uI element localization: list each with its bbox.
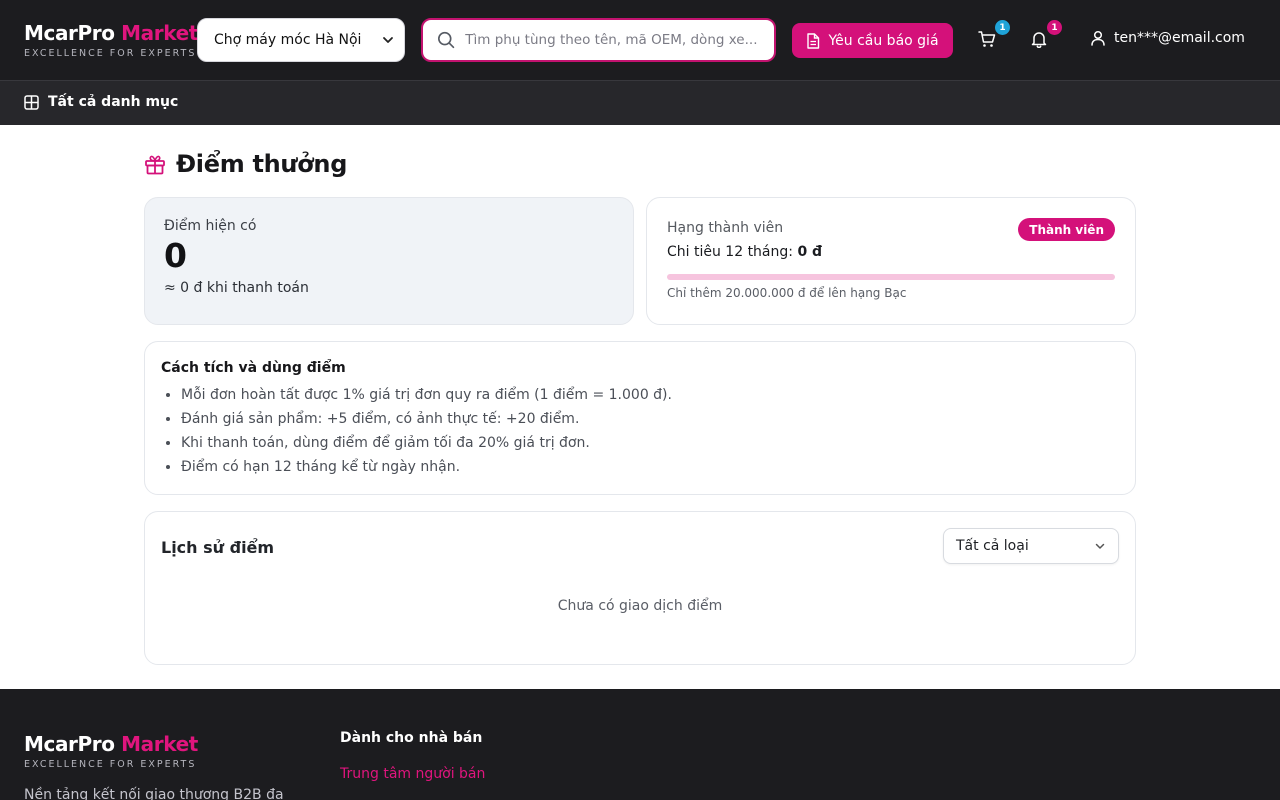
rule-item: Mỗi đơn hoàn tất được 1% giá trị đơn quy…: [181, 383, 1119, 407]
footer-brand-name: McarPro Market: [24, 731, 198, 757]
brand-name: McarPro Market: [24, 20, 198, 46]
all-categories-label: Tất cả danh mục: [48, 94, 179, 110]
points-rules-card: Cách tích và dùng điểm Mỗi đơn hoàn tất …: [144, 341, 1136, 495]
search-box: [421, 18, 776, 62]
footer-description: Nền tảng kết nối giao thương B2B đa: [24, 787, 284, 800]
request-quote-label: Yêu cầu báo giá: [828, 32, 939, 49]
brand-name-main: McarPro: [24, 21, 115, 45]
spend-value: 0 đ: [797, 244, 823, 260]
next-tier-hint: Chỉ thêm 20.000.000 đ để lên hạng Bạc: [667, 286, 907, 300]
search-input[interactable]: [465, 32, 762, 48]
rule-item: Khi thanh toán, dùng điểm để giảm tối đa…: [181, 431, 1119, 455]
points-label: Điểm hiện có: [164, 218, 257, 234]
brand-name-accent: Market: [121, 21, 198, 45]
history-type-filter[interactable]: Tất cả loại: [943, 528, 1119, 564]
rule-item: Đánh giá sản phẩm: +5 điểm, có ảnh thực …: [181, 407, 1119, 431]
footer-brand-accent: Market: [121, 732, 198, 756]
market-select-value: Chợ máy móc Hà Nội: [214, 32, 362, 48]
history-filter-value: Tất cả loại: [956, 538, 1029, 554]
account-menu[interactable]: ten***@email.com: [1090, 30, 1245, 46]
seller-center-link[interactable]: Trung tâm người bán: [340, 766, 485, 782]
footer-brand-tagline: EXCELLENCE FOR EXPERTS: [24, 759, 197, 770]
user-icon: [1091, 30, 1105, 46]
page-heading: Điểm thưởng: [176, 150, 348, 178]
history-empty-state: Chưa có giao dịch điểm: [557, 598, 723, 614]
points-value: 0: [164, 236, 187, 275]
points-balance-card: Điểm hiện có 0 ≈ 0 đ khi thanh toán: [144, 197, 634, 325]
cart-button[interactable]: 1: [976, 20, 1010, 50]
top-header: McarPro Market EXCELLENCE FOR EXPERTS Ch…: [0, 0, 1280, 80]
chevron-down-icon: [1095, 543, 1105, 549]
brand-logo[interactable]: McarPro Market EXCELLENCE FOR EXPERTS: [24, 20, 198, 59]
footer-seller-heading: Dành cho nhà bán: [340, 730, 483, 746]
gift-icon: [145, 155, 165, 175]
all-categories-button[interactable]: Tất cả danh mục: [24, 94, 178, 110]
rule-item: Điểm có hạn 12 tháng kể từ ngày nhận.: [181, 455, 1119, 479]
account-email: ten***@email.com: [1114, 30, 1245, 46]
brand-tagline: EXCELLENCE FOR EXPERTS: [24, 48, 197, 59]
page-title: Điểm thưởng: [144, 150, 347, 178]
footer-brand: McarPro Market EXCELLENCE FOR EXPERTS: [24, 731, 198, 770]
membership-tier-card: Hạng thành viên Thành viên Chi tiêu 12 t…: [646, 197, 1136, 325]
cart-count-badge: 1: [995, 20, 1010, 35]
cart-icon: [978, 31, 996, 47]
history-title: Lịch sử điểm: [161, 538, 275, 557]
category-bar: Tất cả danh mục: [0, 80, 1280, 125]
tier-progress-bar: [667, 274, 1115, 280]
market-select[interactable]: Chợ máy móc Hà Nội: [197, 18, 405, 62]
rules-list: Mỗi đơn hoàn tất được 1% giá trị đơn quy…: [161, 383, 1119, 479]
points-equivalent: ≈ 0 đ khi thanh toán: [164, 280, 309, 296]
tier-badge: Thành viên: [1018, 218, 1115, 241]
chevron-down-icon: [383, 37, 393, 43]
notifications-button[interactable]: 1: [1028, 20, 1062, 50]
bell-icon: [1031, 32, 1047, 48]
document-icon: [807, 32, 820, 49]
points-history-card: Lịch sử điểm Tất cả loại Chưa có giao dị…: [144, 511, 1136, 665]
spend-label: Chi tiêu 12 tháng:: [667, 244, 798, 260]
notification-count-badge: 1: [1047, 20, 1062, 35]
request-quote-button[interactable]: Yêu cầu báo giá: [792, 23, 953, 58]
search-icon[interactable]: [437, 30, 455, 50]
spend-12-months: Chi tiêu 12 tháng: 0 đ: [667, 244, 1115, 260]
footer-brand-main: McarPro: [24, 732, 115, 756]
grid-icon: [24, 94, 39, 110]
rules-title: Cách tích và dùng điểm: [161, 360, 346, 376]
footer: McarPro Market EXCELLENCE FOR EXPERTS Nề…: [0, 689, 1280, 800]
